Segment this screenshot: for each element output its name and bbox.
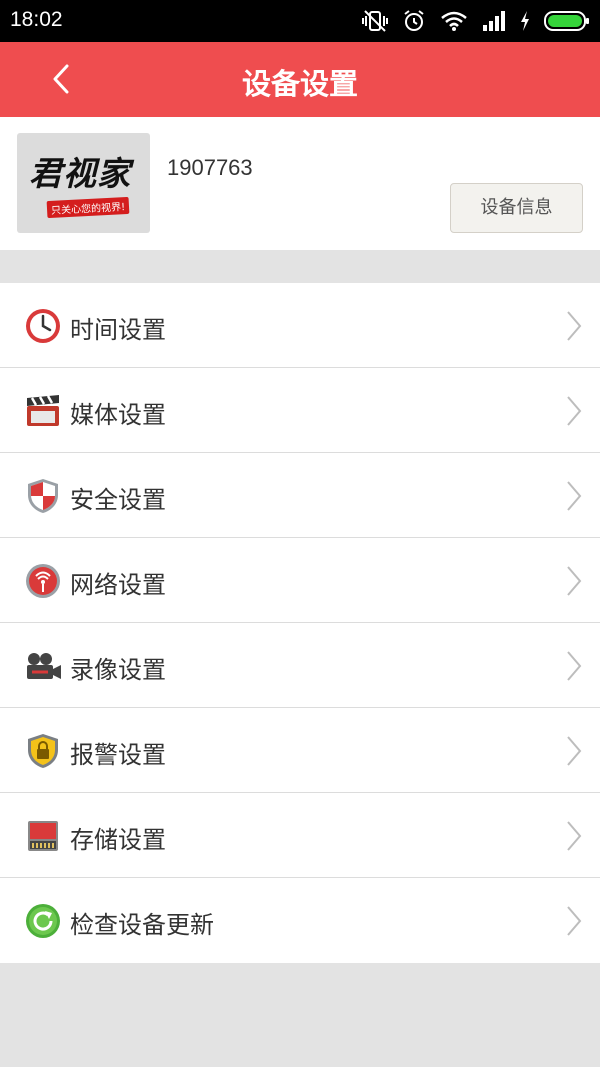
menu-item-label: 网络设置 — [70, 571, 166, 599]
device-id: 1907763 — [167, 155, 253, 180]
alarm-icon — [404, 10, 424, 31]
status-bar: 18:02 — [0, 0, 600, 42]
chevron-right-icon — [567, 736, 582, 766]
device-logo: 君视家 只关心您的视界! — [17, 133, 150, 233]
chevron-right-icon — [567, 651, 582, 681]
status-icons — [362, 7, 590, 35]
logo-text: 君视家 — [29, 154, 131, 193]
page-title: 设备设置 — [241, 67, 358, 101]
clock-icon — [26, 309, 60, 343]
device-info-button[interactable]: 设备信息 — [450, 183, 583, 233]
chevron-right-icon — [567, 821, 582, 851]
charging-icon — [521, 11, 529, 31]
menu-item-alarm-settings[interactable]: 报警设置 — [0, 708, 600, 793]
menu-item-label: 录像设置 — [70, 656, 166, 684]
sd-card-icon — [28, 821, 58, 851]
menu-item-security-settings[interactable]: 安全设置 — [0, 453, 600, 538]
chevron-right-icon — [567, 481, 582, 511]
menu-item-label: 报警设置 — [70, 741, 166, 769]
clapperboard-icon — [27, 395, 59, 426]
chevron-right-icon — [567, 906, 582, 936]
status-time: 18:02 — [10, 8, 63, 31]
menu-item-network-settings[interactable]: 网络设置 — [0, 538, 600, 623]
logo-tagline: 只关心您的视界! — [46, 196, 130, 219]
settings-menu: 时间设置 媒体设置 安全设置 网络设置 录像设置 报警设置 存储设置 检查设备更… — [0, 283, 600, 963]
menu-item-label: 时间设置 — [70, 316, 166, 344]
refresh-icon — [26, 904, 60, 938]
network-icon — [26, 564, 60, 598]
wifi-icon — [441, 11, 467, 31]
lock-shield-icon — [28, 734, 58, 768]
menu-item-media-settings[interactable]: 媒体设置 — [0, 368, 600, 453]
menu-item-label: 媒体设置 — [70, 401, 166, 429]
chevron-right-icon — [567, 396, 582, 426]
menu-item-label: 安全设置 — [70, 486, 166, 514]
menu-item-check-update[interactable]: 检查设备更新 — [0, 878, 600, 963]
signal-icon — [483, 11, 505, 31]
shield-icon — [28, 479, 58, 513]
section-divider — [0, 250, 600, 283]
menu-item-recording-settings[interactable]: 录像设置 — [0, 623, 600, 708]
chevron-right-icon — [567, 566, 582, 596]
title-bar: 设备设置 — [0, 42, 600, 117]
chevron-right-icon — [567, 311, 582, 341]
video-camera-icon — [27, 653, 61, 679]
menu-item-label: 存储设置 — [70, 826, 166, 854]
vibrate-off-icon — [362, 10, 388, 32]
menu-item-storage-settings[interactable]: 存储设置 — [0, 793, 600, 878]
menu-item-time-settings[interactable]: 时间设置 — [0, 283, 600, 368]
battery-icon — [544, 11, 589, 31]
menu-item-label: 检查设备更新 — [70, 911, 214, 939]
